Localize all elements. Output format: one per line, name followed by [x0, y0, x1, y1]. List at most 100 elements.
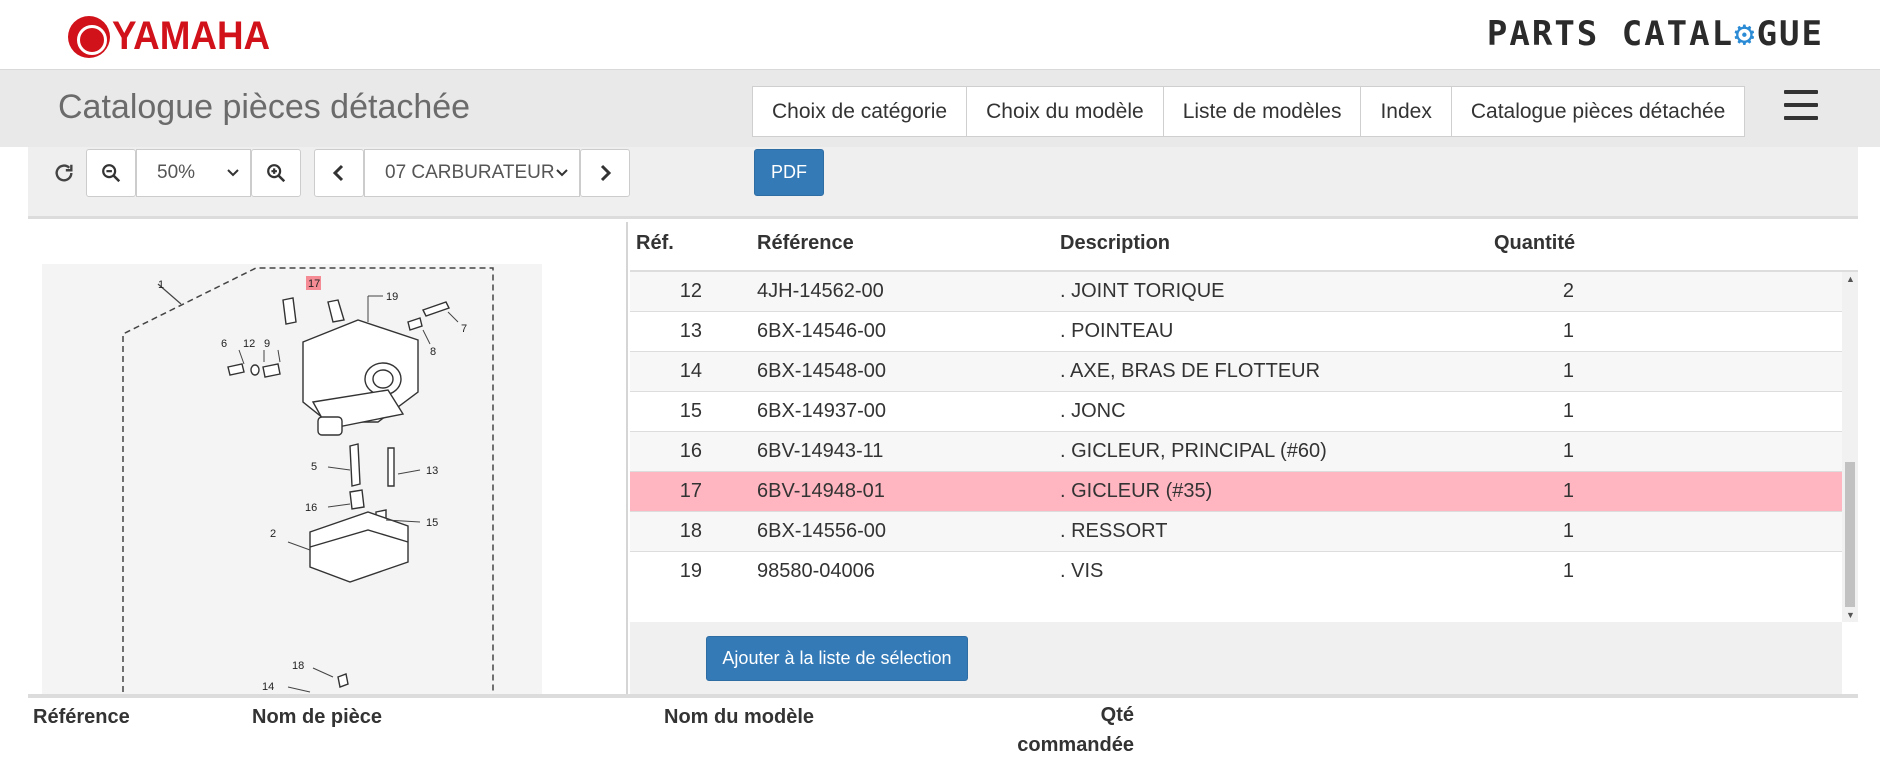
row-ref: 14 [679, 360, 702, 382]
row-reference: 6BX-14548-00 [757, 360, 886, 382]
row-ref: 12 [679, 280, 702, 302]
callout-2: 2 [270, 528, 276, 540]
callout-12: 12 [243, 338, 255, 350]
row-quantity: 1 [1562, 480, 1574, 502]
zoom-in-button[interactable] [251, 149, 301, 197]
table-scrollbar[interactable]: ▲ ▼ [1842, 272, 1858, 622]
row-reference: 98580-04006 [757, 560, 875, 582]
pdf-button[interactable]: PDF [754, 149, 824, 196]
exploded-diagram-panel: 1 17 19 7 8 6 12 9 5 13 16 15 2 18 14 [28, 222, 628, 694]
row-ref: 17 [679, 480, 702, 502]
row-description: . GICLEUR, PRINCIPAL (#60) [1060, 440, 1327, 462]
scroll-down-arrow-icon[interactable]: ▼ [1846, 610, 1855, 620]
table-row[interactable]: 19 98580-04006 . VIS 1 [630, 552, 1842, 592]
parts-table-panel: Réf. Référence Description Quantité 12 4… [630, 222, 1858, 694]
table-row[interactable]: 12 4JH-14562-00 . JOINT TORIQUE 2 [630, 272, 1842, 312]
list-header-reference: Référence [33, 706, 130, 728]
scrollbar-thumb[interactable] [1845, 462, 1855, 607]
callout-7: 7 [461, 323, 467, 335]
yamaha-emblem-icon [68, 15, 110, 58]
section-value: 07 CARBURATEUR [385, 162, 555, 183]
callout-5: 5 [311, 461, 317, 473]
zoom-value: 50% [157, 162, 196, 183]
chevron-down-icon [556, 169, 568, 177]
tab-index[interactable]: Index [1361, 87, 1452, 136]
callout-8: 8 [430, 346, 436, 358]
column-header-quantity[interactable]: Quantité [1494, 232, 1575, 255]
row-quantity: 1 [1562, 320, 1574, 342]
callout-1: 1 [158, 279, 164, 291]
chevron-right-icon [600, 164, 612, 182]
callout-13: 13 [426, 465, 438, 477]
row-quantity: 1 [1562, 440, 1574, 462]
table-row[interactable]: 14 6BX-14548-00 . AXE, BRAS DE FLOTTEUR … [630, 352, 1842, 392]
callout-19: 19 [386, 291, 398, 303]
table-row[interactable]: 13 6BX-14546-00 . POINTEAU 1 [630, 312, 1842, 352]
row-description: . VIS [1060, 560, 1104, 582]
callout-9: 9 [264, 338, 270, 350]
table-row[interactable]: 15 6BX-14937-00 . JONC 1 [630, 392, 1842, 432]
parts-catalogue-logo: PARTS CATAL⚙GUE [1486, 14, 1824, 54]
divider [28, 694, 1858, 698]
row-quantity: 1 [1562, 360, 1574, 382]
tab-choix-modele[interactable]: Choix du modèle [967, 87, 1164, 136]
tab-catalogue-pieces[interactable]: Catalogue pièces détachée [1452, 87, 1745, 136]
row-ref: 19 [679, 560, 702, 582]
scroll-up-arrow-icon[interactable]: ▲ [1846, 274, 1855, 284]
row-description: . GICLEUR (#35) [1060, 480, 1213, 502]
row-reference: 6BX-14546-00 [757, 320, 886, 342]
zoom-out-button[interactable] [86, 149, 136, 197]
list-header-quantity-ordered: Qté commandée [1017, 704, 1134, 756]
row-ref: 13 [679, 320, 702, 342]
callout-17: 17 [308, 278, 320, 290]
zoom-out-icon [102, 164, 121, 183]
nav-tabs: Choix de catégorie Choix du modèle Liste… [752, 86, 1746, 137]
row-quantity: 2 [1562, 280, 1574, 302]
page-header: Catalogue pièces détachée Choix de catég… [0, 69, 1880, 147]
row-description: . AXE, BRAS DE FLOTTEUR [1060, 360, 1321, 382]
chevron-left-icon [332, 164, 344, 182]
column-header-ref[interactable]: Réf. [636, 232, 674, 255]
brand-bar: YAMAHA PARTS CATAL⚙GUE [0, 0, 1880, 68]
table-row-selected[interactable]: 17 6BV-14948-01 . GICLEUR (#35) 1 [630, 472, 1842, 512]
carburetor-exploded-diagram[interactable]: 1 17 19 7 8 6 12 9 5 13 16 15 2 18 14 [28, 222, 628, 694]
gear-icon: ⚙ [1734, 14, 1757, 54]
table-row[interactable]: 18 6BX-14556-00 . RESSORT 1 [630, 512, 1842, 552]
row-description: . JOINT TORIQUE [1060, 280, 1225, 302]
tab-choix-categorie[interactable]: Choix de catégorie [753, 87, 968, 136]
list-header-part-name: Nom de pièce [252, 706, 383, 728]
tab-liste-modeles[interactable]: Liste de modèles [1164, 87, 1362, 136]
add-to-selection-button[interactable]: Ajouter à la liste de sélection [706, 636, 968, 681]
callout-16: 16 [305, 502, 317, 514]
reset-button[interactable] [40, 149, 88, 197]
column-header-description[interactable]: Description [1060, 232, 1170, 255]
next-section-button[interactable] [580, 149, 630, 197]
zoom-in-icon [267, 164, 286, 183]
chevron-down-icon [227, 169, 239, 177]
row-description: . POINTEAU [1060, 320, 1174, 342]
row-ref: 18 [679, 520, 702, 542]
yamaha-logo[interactable]: YAMAHA [68, 14, 284, 59]
table-body: 12 4JH-14562-00 . JOINT TORIQUE 2 13 6BX… [630, 272, 1842, 622]
table-row[interactable]: 16 6BV-14943-11 . GICLEUR, PRINCIPAL (#6… [630, 432, 1842, 472]
hamburger-menu-icon[interactable] [1784, 90, 1818, 122]
callout-18: 18 [292, 660, 304, 672]
column-header-reference[interactable]: Référence [757, 232, 854, 255]
toolbar: 50% 07 CARBURATEUR PDF [28, 147, 1858, 219]
row-description: . JONC [1060, 400, 1126, 422]
table-footer: Ajouter à la liste de sélection [630, 622, 1842, 694]
row-quantity: 1 [1562, 560, 1574, 582]
section-select[interactable]: 07 CARBURATEUR [364, 149, 580, 197]
row-reference: 6BV-14943-11 [757, 440, 884, 462]
list-header-model-name: Nom du modèle [664, 706, 815, 728]
callout-15: 15 [426, 517, 438, 529]
table-header: Réf. Référence Description Quantité [630, 222, 1858, 272]
callout-14: 14 [262, 681, 274, 693]
row-reference: 6BX-14937-00 [757, 400, 886, 422]
page-title: Catalogue pièces détachée [58, 88, 471, 126]
previous-section-button[interactable] [314, 149, 364, 197]
row-reference: 4JH-14562-00 [757, 280, 884, 302]
row-ref: 16 [679, 440, 702, 462]
zoom-select[interactable]: 50% [136, 149, 251, 197]
row-reference: 6BX-14556-00 [757, 520, 886, 542]
